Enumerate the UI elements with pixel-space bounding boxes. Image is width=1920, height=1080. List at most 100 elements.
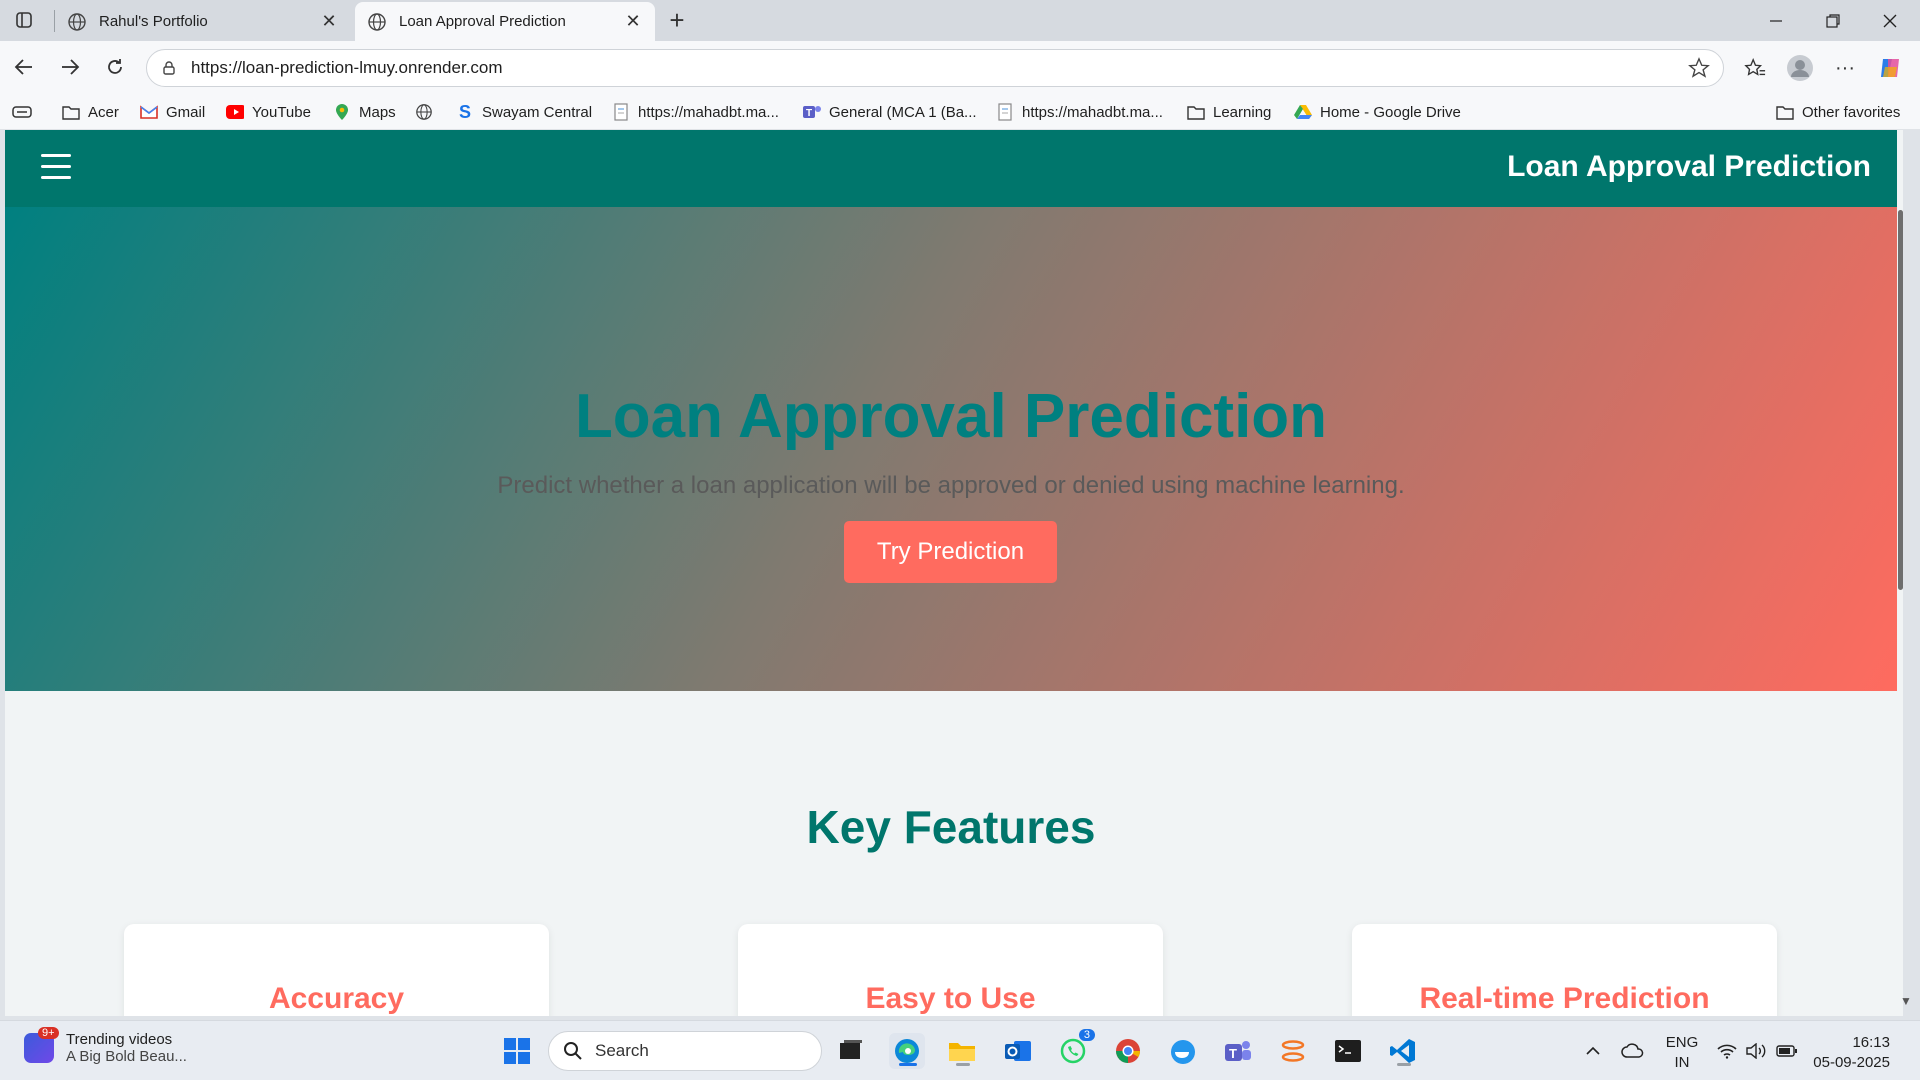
clock-date: 05-09-2025 — [1813, 1054, 1890, 1071]
tab-strip: Rahul's Portfolio ✕ Loan Approval Predic… — [0, 0, 1920, 41]
teams-icon: T — [803, 103, 821, 121]
favorite-gmail[interactable]: Gmail — [140, 94, 205, 130]
favorite-learning[interactable]: Learning — [1187, 94, 1271, 130]
feature-card-title: Easy to Use — [865, 982, 1036, 1015]
jupyter-icon[interactable] — [1275, 1033, 1311, 1069]
close-tab-icon[interactable]: ✕ — [623, 11, 643, 32]
hero-section: Loan Approval Prediction Predict whether… — [5, 207, 1897, 691]
favorite-label: General (MCA 1 (Ba... — [829, 103, 977, 121]
tab-rahuls-portfolio[interactable]: Rahul's Portfolio ✕ — [55, 2, 351, 41]
teams-icon[interactable]: T — [1220, 1033, 1256, 1069]
favorite-label: Swayam Central — [482, 103, 593, 121]
scrollbar-thumb[interactable] — [1898, 210, 1903, 590]
system-clock[interactable]: 16:13 05-09-2025 — [1800, 1033, 1890, 1073]
search-label: Search — [595, 1041, 649, 1060]
back-icon[interactable] — [8, 51, 40, 83]
input-language-indicator[interactable]: ENG IN — [1662, 1033, 1702, 1073]
new-tab-icon[interactable]: + — [663, 5, 691, 35]
favorite-label: Acer — [88, 103, 119, 121]
profile-avatar[interactable] — [1783, 51, 1817, 85]
other-favorites[interactable]: Other favorites — [1776, 94, 1900, 130]
more-options-icon[interactable]: ··· — [1828, 51, 1862, 85]
favorite-mahadbt-1[interactable]: https://mahadbt.ma... — [612, 94, 779, 130]
favorites-bar-toggle-icon[interactable] — [12, 94, 32, 130]
globe-icon — [415, 103, 433, 121]
favorite-swayam-central[interactable]: S Swayam Central — [456, 94, 592, 130]
youtube-icon — [226, 103, 244, 121]
navbar-brand[interactable]: Loan Approval Prediction — [1507, 150, 1871, 184]
terminal-icon[interactable] — [1330, 1033, 1366, 1069]
favorite-google-drive[interactable]: Home - Google Drive — [1294, 94, 1461, 130]
try-prediction-button[interactable]: Try Prediction — [844, 521, 1057, 583]
other-favorites-label: Other favorites — [1802, 103, 1901, 121]
scroll-down-arrow-icon[interactable]: ▼ — [1898, 994, 1914, 1010]
gmail-icon — [140, 103, 158, 121]
favorite-maps[interactable]: Maps — [333, 94, 396, 130]
close-tab-icon[interactable]: ✕ — [319, 11, 339, 32]
folder-icon — [1187, 103, 1205, 121]
address-bar[interactable]: https://loan-prediction-lmuy.onrender.co… — [146, 49, 1724, 87]
favorite-label: https://mahadbt.ma... — [638, 103, 779, 121]
favorite-youtube[interactable]: YouTube — [226, 94, 311, 130]
widgets-button[interactable]: 9+ Trending videos A Big Bold Beau... — [24, 1027, 187, 1065]
feature-card-accuracy: Accuracy — [124, 924, 549, 1016]
restore-icon[interactable] — [1805, 0, 1861, 41]
favorite-label: Learning — [1213, 103, 1272, 121]
taskbar-search[interactable]: Search — [548, 1031, 822, 1071]
task-view-icon[interactable] — [833, 1033, 869, 1069]
whatsapp-badge: 3 — [1078, 1029, 1095, 1041]
app-navbar: Loan Approval Prediction — [5, 130, 1897, 207]
forward-icon[interactable] — [54, 51, 86, 83]
page-icon — [996, 103, 1014, 121]
whatsapp-icon[interactable]: 3 — [1055, 1029, 1095, 1069]
docker-icon[interactable] — [1165, 1033, 1201, 1069]
features-heading: Key Features — [806, 801, 1096, 853]
favorite-mahadbt-2[interactable]: https://mahadbt.ma... — [996, 94, 1163, 130]
widgets-badge: 9+ — [38, 1027, 59, 1039]
site-info-icon[interactable] — [159, 58, 179, 78]
favorite-general-mca[interactable]: T General (MCA 1 (Ba... — [803, 94, 977, 130]
svg-text:T: T — [1229, 1046, 1237, 1061]
language-code: ENG — [1665, 1034, 1699, 1051]
start-icon[interactable] — [499, 1033, 535, 1069]
favorite-star-icon[interactable] — [1681, 52, 1717, 84]
favorite-label: Gmail — [166, 103, 206, 121]
favorite-acer[interactable]: Acer — [62, 94, 119, 130]
onedrive-icon[interactable] — [1618, 1021, 1648, 1080]
chrome-icon[interactable] — [1110, 1033, 1146, 1069]
tab-title: Loan Approval Prediction — [399, 13, 566, 30]
search-icon — [563, 1041, 583, 1061]
favorite-label: Maps — [359, 103, 396, 121]
minimize-icon[interactable] — [1748, 0, 1804, 41]
url-text[interactable]: https://loan-prediction-lmuy.onrender.co… — [191, 58, 1681, 78]
file-explorer-icon[interactable] — [944, 1033, 980, 1069]
outlook-icon[interactable] — [1000, 1033, 1036, 1069]
volume-icon[interactable] — [1744, 1021, 1770, 1080]
refresh-icon[interactable] — [99, 51, 131, 83]
globe-icon — [67, 12, 87, 32]
folder-icon — [62, 103, 80, 121]
widget-subtitle: A Big Bold Beau... — [66, 1048, 187, 1065]
vscode-icon[interactable] — [1385, 1033, 1421, 1069]
web-page: Loan Approval Prediction Loan Approval P… — [5, 130, 1903, 1016]
tab-loan-approval-prediction[interactable]: Loan Approval Prediction ✕ — [355, 2, 655, 41]
favorite-globe[interactable] — [415, 94, 441, 130]
widget-title: Trending videos — [66, 1031, 173, 1048]
show-hidden-icons-icon[interactable] — [1580, 1021, 1606, 1080]
hero-subtitle: Predict whether a loan application will … — [497, 472, 1405, 499]
svg-text:T: T — [806, 108, 812, 119]
battery-icon[interactable] — [1774, 1021, 1800, 1080]
wifi-icon[interactable] — [1714, 1021, 1740, 1080]
hamburger-menu-icon[interactable] — [41, 154, 71, 182]
widgets-icon: 9+ — [24, 1027, 59, 1063]
tab-actions-icon[interactable] — [10, 7, 38, 33]
windows-taskbar: 9+ Trending videos A Big Bold Beau... Se… — [0, 1020, 1920, 1080]
maps-icon — [333, 103, 351, 121]
close-window-icon[interactable] — [1862, 0, 1918, 41]
edge-icon[interactable] — [889, 1033, 925, 1069]
copilot-icon[interactable] — [1873, 51, 1907, 85]
clock-time: 16:13 — [1852, 1034, 1890, 1051]
page-scrollbar[interactable] — [1898, 130, 1903, 1016]
favorites-icon[interactable] — [1738, 51, 1772, 85]
feature-card-title: Real-time Prediction — [1419, 982, 1710, 1015]
